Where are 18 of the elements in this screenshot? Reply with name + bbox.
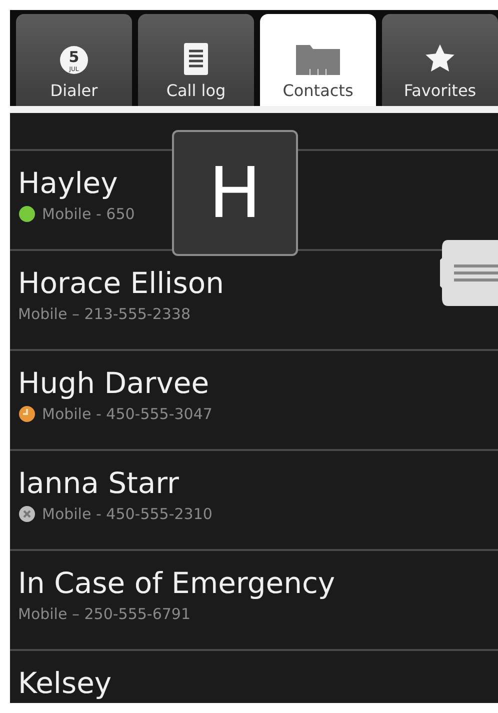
phone-number: Mobile – 213-555-2338: [18, 305, 190, 323]
contact-name: Ianna Starr: [18, 465, 179, 501]
folder-icon: [296, 45, 340, 75]
phone-number: Mobile - 450-555-2310: [42, 505, 212, 523]
scroll-handle[interactable]: [440, 240, 498, 306]
tab[interactable]: Favorites: [382, 14, 498, 106]
tab[interactable]: Call log: [138, 14, 254, 106]
tab[interactable]: Contacts: [260, 14, 376, 106]
phone-number: Mobile - 650: [42, 205, 135, 223]
contact-name: Hugh Darvee: [18, 365, 210, 401]
phone-number: Mobile - 450-555-3047: [42, 405, 212, 423]
contact-name: Kelsey: [18, 665, 112, 701]
fast-scroll-letter: H: [172, 130, 298, 256]
phone-number: Mobile – 250-555-6791: [18, 605, 190, 623]
contact-name: Hayley: [18, 165, 118, 201]
list-icon: [184, 43, 208, 75]
contact-name: Horace Ellison: [18, 265, 224, 301]
contact-name: In Case of Emergency: [18, 565, 336, 601]
